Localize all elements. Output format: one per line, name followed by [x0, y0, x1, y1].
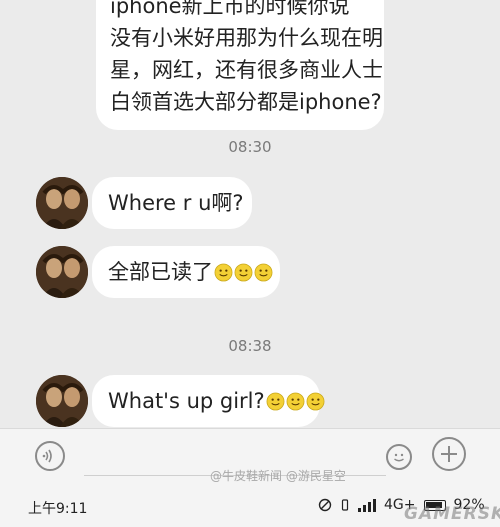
- more-options-button[interactable]: [432, 437, 466, 471]
- message-bubble-incoming[interactable]: iphone新上市的时候你说 没有小米好用那为什么现在明 星，网红，还有很多商业…: [96, 0, 384, 130]
- smile-emoji-icon: [234, 263, 253, 282]
- message-timestamp: 08:38: [228, 337, 272, 355]
- message-bubble-incoming[interactable]: 全部已读了: [92, 246, 280, 298]
- do-not-disturb-icon: [318, 498, 332, 512]
- message-text: 全部已读了: [108, 260, 213, 284]
- watermark: @牛皮鞋新闻 @游民星空: [210, 469, 346, 483]
- brand-logo: GAMERSKY: [404, 504, 500, 524]
- avatar-image: [36, 375, 88, 427]
- message-bubble-incoming[interactable]: Where r u啊?: [92, 177, 252, 229]
- message-text-row: 全部已读了: [108, 256, 273, 288]
- message-line: 白领首选大部分都是iphone?: [110, 90, 382, 114]
- voice-input-button[interactable]: [35, 441, 65, 471]
- avatar[interactable]: [36, 375, 88, 427]
- smile-emoji-icon: [286, 392, 305, 411]
- message-line: 没有小米好用那为什么现在明: [110, 26, 383, 50]
- avatar[interactable]: [36, 177, 88, 229]
- message-text: Where r u啊?: [108, 191, 244, 215]
- avatar[interactable]: [36, 246, 88, 298]
- status-time: 上午9:11: [28, 501, 88, 517]
- message-line: iphone新上市的时候你说: [110, 0, 350, 18]
- smile-emoji-icon: [254, 263, 273, 282]
- signal-icon: [358, 498, 376, 512]
- avatar-image: [36, 177, 88, 229]
- smile-emoji-icon: [306, 392, 325, 411]
- vibrate-icon: [341, 499, 349, 511]
- smile-icon: [394, 453, 404, 462]
- voice-wave-icon: [42, 449, 52, 463]
- smile-emoji-icon: [266, 392, 285, 411]
- message-timestamp: 08:30: [228, 138, 272, 156]
- smile-emoji-icon: [214, 263, 233, 282]
- message-bubble-incoming[interactable]: What's up girl?: [92, 375, 325, 427]
- chat-area: iphone新上市的时候你说 没有小米好用那为什么现在明 星，网红，还有很多商业…: [0, 0, 500, 428]
- message-line: 星，网红，还有很多商业人士: [110, 58, 383, 82]
- message-text-row: What's up girl?: [108, 385, 325, 417]
- message-text: What's up girl?: [108, 389, 265, 413]
- avatar-image: [36, 246, 88, 298]
- emoji-button[interactable]: [386, 444, 412, 470]
